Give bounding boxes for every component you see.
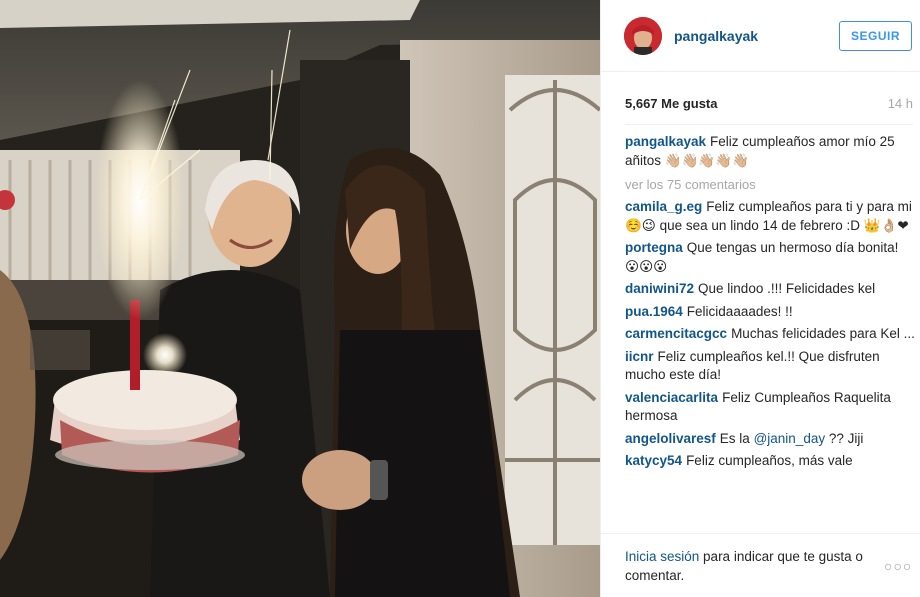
caption-username[interactable]: pangalkayak <box>625 134 706 149</box>
post-stats: 5,667 Me gusta 14 h <box>625 94 913 116</box>
ellipsis-icon[interactable]: ○○○ <box>884 558 912 574</box>
comment-username[interactable]: portegna <box>625 240 683 255</box>
comment-item: iicnr Feliz cumpleaños kel.!! Que disfrut… <box>625 348 915 385</box>
view-all-comments-link[interactable]: ver los 75 comentarios <box>625 176 915 194</box>
comment-username[interactable]: katycy54 <box>625 453 682 468</box>
comment-text-before: Es la <box>719 430 750 446</box>
post-header: pangalkayak SEGUIR <box>601 0 920 72</box>
comment-item: valenciacarlita Feliz Cumpleaños Raquelit… <box>625 389 915 426</box>
comment-username[interactable]: angelolivaresf <box>625 431 716 446</box>
comment-username[interactable]: valenciacarlita <box>625 390 718 405</box>
comment-item: pua.1964 Felicidaaaades! !! <box>625 303 915 322</box>
comment-text: Muchas felicidades para Kel ... <box>731 326 915 341</box>
follow-button[interactable]: SEGUIR <box>839 21 912 51</box>
login-link[interactable]: Inicia sesión <box>625 549 699 564</box>
comment-item: katycy54 Feliz cumpleaños, más vale <box>625 452 915 471</box>
comment-mention[interactable]: @janin_day <box>754 431 826 446</box>
comment-username[interactable]: carmencitacgcc <box>625 326 727 341</box>
birthday-photo <box>0 0 600 597</box>
login-prompt: Inicia sesión para indicar que te gusta … <box>625 547 885 585</box>
comment-username[interactable]: camila_g.eg <box>625 199 702 214</box>
comment-text: Que lindoo .!!! Felicidades kel <box>698 281 876 296</box>
comment-username[interactable]: daniwini72 <box>625 281 694 296</box>
post-caption: pangalkayak Feliz cumpleaños amor mío 25 … <box>625 133 915 170</box>
divider <box>625 124 913 125</box>
comments-list: pangalkayak Feliz cumpleaños amor mío 25 … <box>625 133 915 533</box>
comment-text: Felicidaaaades! !! <box>686 303 793 319</box>
avatar[interactable] <box>624 17 662 55</box>
likes-count[interactable]: 5,667 Me gusta <box>625 96 718 111</box>
post-timestamp[interactable]: 14 h <box>888 96 913 111</box>
comment-item: daniwini72 Que lindoo .!!! Felicidades ke… <box>625 280 915 299</box>
comment-item: angelolivaresf Es la @janin_day ?? Jiji <box>625 430 915 449</box>
comment-item: portegna Que tengas un hermoso día bonita… <box>625 239 915 276</box>
comment-text: Feliz cumpleaños kel.!! Que disfruten mu… <box>625 348 880 383</box>
post-footer: Inicia sesión para indicar que te gusta … <box>601 533 920 597</box>
comment-username[interactable]: pua.1964 <box>625 304 683 319</box>
post-sidebar: pangalkayak SEGUIR 5,667 Me gusta 14 h p… <box>600 0 920 597</box>
comment-item: camila_g.eg Feliz cumpleaños para ti y pa… <box>625 198 915 235</box>
comment-username[interactable]: iicnr <box>625 349 654 364</box>
post-photo[interactable] <box>0 0 600 597</box>
comment-item: carmencitacgcc Muchas felicidades para Ke… <box>625 325 915 344</box>
comment-text: Feliz cumpleaños, más vale <box>686 453 853 468</box>
avatar-icon <box>624 17 662 55</box>
post-username[interactable]: pangalkayak <box>674 28 758 44</box>
comment-text-after: ?? Jiji <box>828 430 864 446</box>
